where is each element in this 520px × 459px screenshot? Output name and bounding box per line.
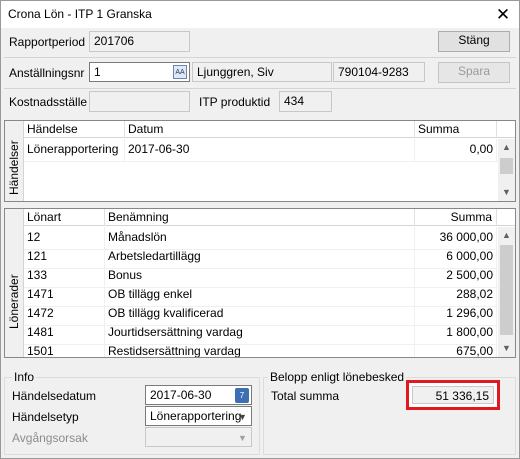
scroll-down-icon[interactable]: ▼ <box>498 340 515 357</box>
personnummer-field: 790104-9283 <box>333 62 425 82</box>
table-row[interactable]: 1501 Restidsersättning vardag 675,00 <box>24 341 498 357</box>
calendar-icon[interactable]: 7 <box>235 388 249 403</box>
cell-summa: 675,00 <box>415 341 497 357</box>
stang-button[interactable]: Stäng <box>438 31 510 52</box>
spara-button[interactable]: Spara <box>438 62 510 83</box>
handelser-tab[interactable]: Händelser <box>5 121 24 201</box>
column-header-handelse[interactable]: Händelse <box>24 121 125 138</box>
cell-lonart: 1501 <box>24 341 105 357</box>
column-header-benamning[interactable]: Benämning <box>105 209 415 226</box>
scroll-thumb[interactable] <box>500 158 513 174</box>
info-group-label: Info <box>12 370 37 384</box>
lonerader-grid: Lönerader Lönart Benämning Summa 12 Måna… <box>4 208 516 358</box>
handelsetyp-label: Händelsetyp <box>12 410 79 424</box>
column-header-lonart[interactable]: Lönart <box>24 209 105 226</box>
avgangsorsak-select[interactable]: ▼ <box>145 427 252 447</box>
rapportperiod-label: Rapportperiod <box>9 35 86 49</box>
table-row[interactable]: Lönerapportering 2017-06-30 0,00 <box>24 139 498 162</box>
lonerader-body: 12 Månadslön 36 000,00 121 Arbetsledarti… <box>24 227 498 357</box>
handelser-header: Händelse Datum Summa <box>24 121 515 138</box>
cell-handelse: Lönerapportering <box>24 139 125 161</box>
cell-summa: 0,00 <box>415 139 497 161</box>
separator <box>4 88 516 89</box>
rapportperiod-field: 201706 <box>89 31 190 52</box>
column-header-summa[interactable]: Summa <box>415 121 497 138</box>
handelsedatum-input[interactable]: 2017-06-30 7 <box>145 385 252 405</box>
scroll-thumb[interactable] <box>500 245 513 335</box>
chevron-down-icon[interactable]: ▼ <box>234 407 251 425</box>
handelsetyp-value: Lönerapportering <box>150 409 242 423</box>
lonerader-tab[interactable]: Lönerader <box>5 209 24 357</box>
anstallningsnr-value: 1 <box>94 65 101 79</box>
total-summa-field: 51 336,15 <box>412 386 494 404</box>
scroll-down-icon[interactable]: ▼ <box>498 184 515 201</box>
total-summa-label: Total summa <box>271 389 340 403</box>
cell-benamning: Restidsersättning vardag <box>105 341 415 357</box>
cell-datum: 2017-06-30 <box>125 139 415 161</box>
lonerader-tab-label: Lönerader <box>7 274 21 329</box>
kostnadsstalle-label: Kostnadsställe <box>9 95 88 109</box>
employee-name-field: Ljunggren, Siv <box>192 62 332 82</box>
scroll-up-icon[interactable]: ▲ <box>498 227 515 244</box>
lonerader-scrollbar[interactable]: ▲ ▼ <box>498 227 515 357</box>
chevron-down-icon[interactable]: ▼ <box>234 428 251 446</box>
avgangsorsak-label: Avgångsorsak <box>12 431 88 445</box>
handelsedatum-value: 2017-06-30 <box>150 388 212 402</box>
close-icon[interactable]: ✕ <box>488 3 518 27</box>
itp-produktid-field: 434 <box>279 91 332 112</box>
separator <box>4 57 516 58</box>
title-bar: Crona Lön - ITP 1 Granska ✕ <box>1 1 519 28</box>
handelsedatum-label: Händelsedatum <box>12 389 97 403</box>
itp-produktid-label: ITP produktid <box>199 95 271 109</box>
search-icon[interactable]: AA <box>173 65 187 79</box>
column-header-summa[interactable]: Summa <box>415 209 497 226</box>
belopp-group-label: Belopp enligt lönebesked <box>268 370 407 384</box>
column-header-datum[interactable]: Datum <box>125 121 415 138</box>
handelser-body: Lönerapportering 2017-06-30 0,00 <box>24 139 498 201</box>
handelsetyp-select[interactable]: Lönerapportering ▼ <box>145 406 252 426</box>
kostnadsstalle-field <box>89 91 190 112</box>
window-title: Crona Lön - ITP 1 Granska <box>8 7 152 21</box>
handelser-tab-label: Händelser <box>7 140 21 195</box>
total-summa-highlight: 51 336,15 <box>406 380 500 410</box>
anstallningsnr-label: Anställningsnr <box>9 66 85 80</box>
handelser-grid: Händelser Händelse Datum Summa Lönerappo… <box>4 120 516 202</box>
handelser-scrollbar[interactable]: ▲ ▼ <box>498 139 515 201</box>
scroll-up-icon[interactable]: ▲ <box>498 139 515 156</box>
anstallningsnr-input[interactable]: 1 AA <box>89 62 190 82</box>
lonerader-header: Lönart Benämning Summa <box>24 209 515 226</box>
